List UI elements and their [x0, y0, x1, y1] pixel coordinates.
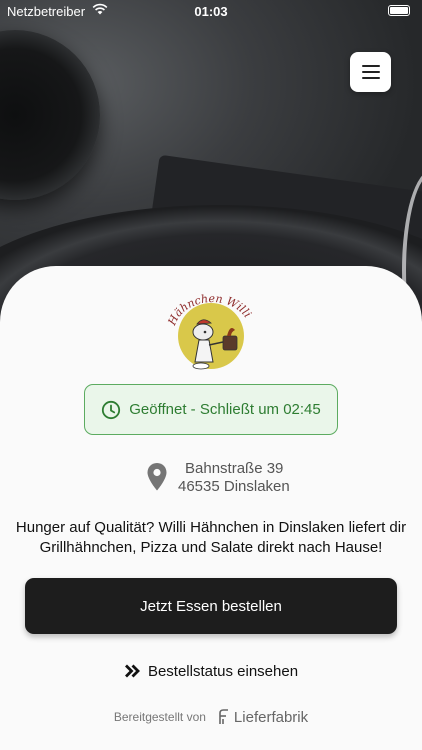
lieferfabrik-link[interactable]: Lieferfabrik: [216, 709, 308, 726]
restaurant-logo: Hähnchen Willi: [165, 292, 254, 370]
provided-by-footer: Bereitgestellt von Lieferfabrik: [0, 707, 422, 727]
battery-icon: [388, 5, 410, 16]
open-status-badge: Geöffnet - Schließt um 02:45: [84, 384, 338, 435]
clock-icon: [102, 400, 121, 419]
address-street: Bahnstraße 39: [185, 460, 284, 477]
double-chevron-right-icon: [124, 664, 140, 678]
order-food-button[interactable]: Jetzt Essen bestellen: [25, 578, 397, 634]
hamburger-menu-icon: [361, 65, 380, 67]
address-city: 46535 Dinslaken: [178, 478, 290, 495]
clock-time: 01:03: [194, 4, 228, 19]
brand-name: Lieferfabrik: [233, 708, 309, 726]
order-status-link[interactable]: Bestellstatus einsehen: [0, 660, 422, 682]
lieferfabrik-logo-icon: [219, 709, 228, 724]
order-button-label: Jetzt Essen bestellen: [140, 597, 282, 615]
open-status-label: Geöffnet - Schließt um 02:45: [129, 401, 321, 418]
address-block: Bahnstraße 39 46535 Dinslaken: [146, 460, 326, 496]
restaurant-tagline: Hunger auf Qualität? Willi Hähnchen in D…: [15, 519, 407, 556]
location-pin-icon: [147, 463, 167, 491]
hamburger-menu-button[interactable]: [350, 52, 391, 92]
provided-by-label: Bereitgestellt von: [113, 710, 206, 724]
bowl-image: [0, 30, 100, 200]
status-bar: Netzbetreiber 01:03: [0, 0, 422, 22]
order-status-label: Bestellstatus einsehen: [147, 662, 299, 680]
